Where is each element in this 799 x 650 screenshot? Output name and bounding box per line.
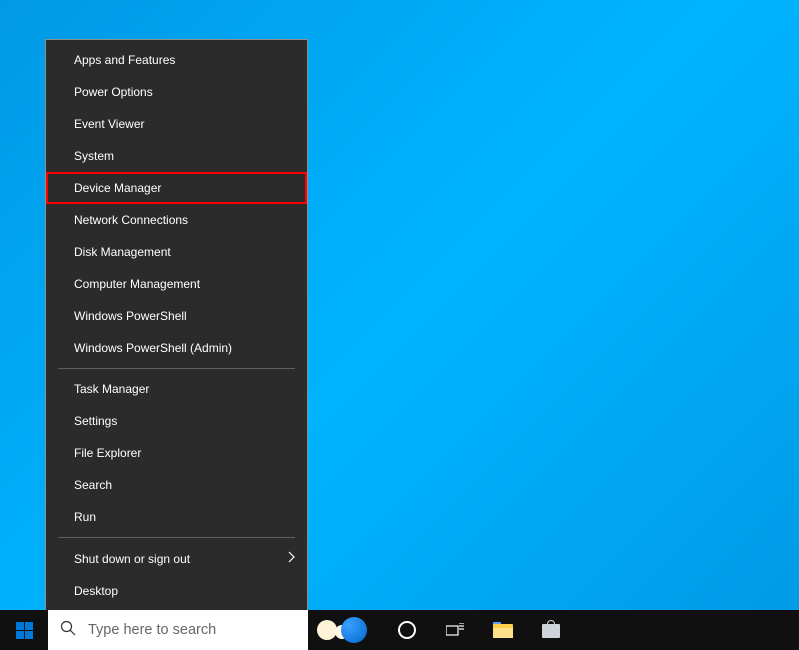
winx-context-menu: Apps and Features Power Options Event View… — [45, 39, 308, 612]
menu-item-label: Event Viewer — [74, 117, 144, 131]
menu-shutdown-signout[interactable]: Shut down or sign out — [46, 542, 307, 575]
store-taskbar[interactable] — [527, 610, 575, 650]
menu-item-label: Shut down or sign out — [74, 552, 190, 566]
menu-divider — [58, 537, 295, 538]
menu-settings[interactable]: Settings — [46, 405, 307, 437]
task-view-button[interactable] — [431, 610, 479, 650]
menu-item-label: Settings — [74, 414, 117, 428]
file-explorer-taskbar[interactable] — [479, 610, 527, 650]
cortana-button[interactable] — [383, 610, 431, 650]
menu-device-manager[interactable]: Device Manager — [46, 172, 307, 204]
widget-icon — [317, 617, 375, 643]
search-icon — [60, 620, 76, 641]
menu-item-label: Device Manager — [74, 181, 161, 195]
menu-system[interactable]: System — [46, 140, 307, 172]
menu-powershell-admin[interactable]: Windows PowerShell (Admin) — [46, 332, 307, 364]
menu-item-label: Apps and Features — [74, 53, 175, 67]
menu-item-label: Windows PowerShell — [74, 309, 187, 323]
menu-item-label: Disk Management — [74, 245, 171, 259]
menu-desktop[interactable]: Desktop — [46, 575, 307, 607]
menu-run[interactable]: Run — [46, 501, 307, 533]
menu-task-manager[interactable]: Task Manager — [46, 373, 307, 405]
file-explorer-icon — [493, 622, 513, 638]
menu-network-connections[interactable]: Network Connections — [46, 204, 307, 236]
chevron-right-icon — [287, 551, 295, 566]
menu-item-label: Windows PowerShell (Admin) — [74, 341, 232, 355]
taskbar-news-widget[interactable] — [308, 610, 383, 650]
menu-item-label: Power Options — [74, 85, 153, 99]
windows-logo-icon — [16, 622, 33, 639]
menu-item-label: File Explorer — [74, 446, 141, 460]
menu-item-label: Desktop — [74, 584, 118, 598]
menu-disk-management[interactable]: Disk Management — [46, 236, 307, 268]
menu-power-options[interactable]: Power Options — [46, 76, 307, 108]
menu-file-explorer[interactable]: File Explorer — [46, 437, 307, 469]
store-icon — [542, 622, 560, 638]
menu-item-label: Computer Management — [74, 277, 200, 291]
cortana-icon — [398, 621, 416, 639]
menu-item-label: System — [74, 149, 114, 163]
taskbar-search[interactable]: Type here to search — [48, 610, 308, 650]
menu-computer-management[interactable]: Computer Management — [46, 268, 307, 300]
start-button[interactable] — [0, 610, 48, 650]
task-view-icon — [446, 623, 464, 637]
search-placeholder: Type here to search — [88, 622, 216, 638]
menu-apps-features[interactable]: Apps and Features — [46, 44, 307, 76]
menu-divider — [58, 368, 295, 369]
taskbar: Type here to search — [0, 610, 799, 650]
menu-item-label: Run — [74, 510, 96, 524]
menu-item-label: Task Manager — [74, 382, 149, 396]
menu-item-label: Search — [74, 478, 112, 492]
menu-powershell[interactable]: Windows PowerShell — [46, 300, 307, 332]
menu-search[interactable]: Search — [46, 469, 307, 501]
menu-item-label: Network Connections — [74, 213, 188, 227]
menu-event-viewer[interactable]: Event Viewer — [46, 108, 307, 140]
